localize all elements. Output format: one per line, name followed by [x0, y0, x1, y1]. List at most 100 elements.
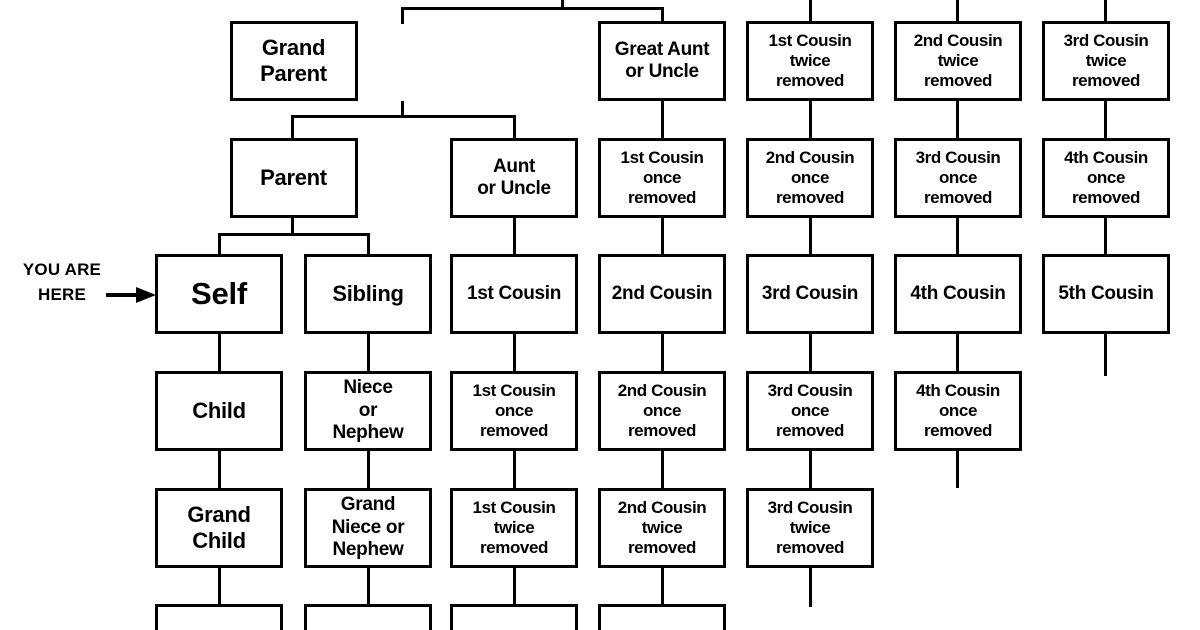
node-label-line: 1st Cousin: [620, 147, 704, 167]
node-label-line: 2nd Cousin: [765, 147, 855, 167]
node-child: Child: [155, 371, 283, 451]
node-label-line: removed: [479, 538, 549, 558]
connector-grandchild-to-great: [218, 567, 221, 604]
connector-down-self: [218, 233, 221, 255]
node-label-line: 4th Cousin: [910, 282, 1006, 304]
connector-child-to-grandchild: [218, 450, 221, 488]
node-c2: 2nd Cousin: [598, 254, 726, 334]
connector-c2-2r-to-c3-1r: [956, 101, 959, 139]
node-label-line: 2nd Cousin: [617, 380, 707, 400]
connector-c2-1r-to-c2-2r: [661, 450, 664, 488]
connector-c1-1r-to-c1-2r: [513, 450, 516, 488]
connector-c3-2r-to-c4-1r: [1104, 101, 1107, 139]
node-c4-1r-dn: 4th Cousin once removed: [894, 371, 1022, 451]
connector-c4-1r-dangling-stub: [956, 450, 959, 488]
connector-c4-1r-to-c5: [1104, 218, 1107, 255]
connector-c3-1r-to-c3-2r: [809, 450, 812, 488]
node-c1-1r-dn: 1st Cousin once removed: [450, 371, 578, 451]
node-sibling: Sibling: [304, 254, 432, 334]
node-niecenephew: Niece or Nephew: [304, 371, 432, 451]
node-label-line: Niece: [343, 377, 393, 399]
node-label-line: removed: [627, 538, 697, 558]
connector-top-stub-col7: [1104, 0, 1107, 22]
node-label-line: removed: [775, 71, 845, 91]
node-label-line: removed: [479, 421, 549, 441]
connector-gniecenephew-to-great: [367, 567, 370, 604]
connector-c2-to-c2-1r: [661, 334, 664, 371]
node-greatauntuncle: Great Aunt or Uncle: [598, 21, 726, 101]
node-label-line: removed: [1071, 188, 1141, 208]
node-label-line: 1st Cousin: [472, 497, 556, 517]
node-label-line: removed: [923, 421, 993, 441]
node-label-line: Child: [192, 398, 246, 424]
connector-bus-generation-1: [291, 115, 515, 118]
connector-auntuncle-to-cousin1: [513, 218, 516, 255]
node-label-line: Grand: [187, 502, 251, 528]
node-label-line: Grand: [340, 494, 396, 516]
node-label-line: 2nd Cousin: [913, 30, 1003, 50]
you-are-here-line1: YOU ARE: [22, 260, 102, 279]
node-grandparent: Grand Parent: [229, 21, 358, 101]
node-parent: Parent: [229, 138, 358, 218]
connector-c3-2r-dangling-stub: [809, 567, 812, 607]
node-label-line: or Uncle: [477, 178, 551, 199]
connector-c1-to-c1-1r: [513, 334, 516, 371]
node-label-line: removed: [775, 188, 845, 208]
node-greatgrandchild: Great: [155, 604, 283, 630]
node-label-line: Great Aunt: [614, 38, 710, 60]
connector-c5-dangling-stub: [1104, 334, 1107, 376]
node-label-line: twice: [789, 50, 831, 70]
connector-sibling-to-niecenephew: [367, 334, 370, 371]
node-label-line: 1st Cousin: [466, 282, 562, 304]
node-label-line: once: [642, 167, 682, 187]
node-c3: 3rd Cousin: [746, 254, 874, 334]
node-label-line: Parent: [260, 61, 327, 86]
node-auntuncle: Aunt or Uncle: [450, 138, 578, 218]
node-c5: 5th Cousin: [1042, 254, 1170, 334]
node-label-line: Parent: [260, 165, 327, 191]
node-c2-2r: 2nd Cousin twice removed: [894, 21, 1022, 101]
node-label-line: twice: [789, 517, 831, 537]
node-label-line: or Uncle: [625, 61, 699, 82]
node-c4-1r-up: 4th Cousin once removed: [1042, 138, 1170, 218]
cousin-chart: YOU ARE HERE Grand Parent Great Aunt or Unc…: [0, 0, 1200, 630]
connector-self-to-child: [218, 334, 221, 371]
connector-down-auntuncle: [513, 115, 516, 139]
node-label-line: Grand: [261, 35, 326, 61]
node-label-line: 3rd Cousin: [767, 380, 853, 400]
node-c3-1r-dn: 3rd Cousin once removed: [746, 371, 874, 451]
node-label-line: 5th Cousin: [1058, 282, 1154, 304]
connector-c3-1r-to-c4: [956, 218, 959, 255]
node-greatgniece: Great: [304, 604, 432, 630]
connector-c2-2r-to-c2-3r: [661, 567, 664, 604]
node-label-line: Sibling: [332, 281, 404, 307]
node-label-line: once: [938, 167, 978, 187]
node-label-line: removed: [775, 421, 845, 441]
node-label-line: removed: [1071, 71, 1141, 91]
you-are-here-label: YOU ARE HERE: [8, 258, 116, 307]
node-c2-1r-dn: 2nd Cousin once removed: [598, 371, 726, 451]
node-label-line: 1st Cousin: [768, 30, 852, 50]
connector-c1-2r-to-c2-1r: [809, 101, 812, 139]
node-c1-1r-up: 1st Cousin once removed: [598, 138, 726, 218]
node-grandchild: Grand Child: [155, 488, 283, 568]
node-label-line: removed: [775, 538, 845, 558]
node-c2-1r-up: 2nd Cousin once removed: [746, 138, 874, 218]
node-label-line: Nephew: [332, 422, 404, 444]
node-label-line: 1st Cousin: [472, 380, 556, 400]
node-c4: 4th Cousin: [894, 254, 1022, 334]
right-arrow-icon: [106, 287, 156, 303]
connector-c1-2r-to-c1-3r: [513, 567, 516, 604]
node-c3-2r: 3rd Cousin twice removed: [1042, 21, 1170, 101]
node-label-line: 4th Cousin: [916, 380, 1000, 400]
node-label-line: 3rd Cousin: [767, 497, 853, 517]
node-self: Self: [155, 254, 283, 334]
you-are-here-line2: HERE: [37, 284, 87, 304]
node-label-line: 3rd Cousin: [1063, 30, 1149, 50]
node-label-line: once: [938, 400, 978, 420]
connector-niecenephew-to-gniecenephew: [367, 450, 370, 488]
node-label-line: once: [1086, 167, 1126, 187]
node-c1-2r-dn: 1st Cousin twice removed: [450, 488, 578, 568]
node-label-line: 2nd Cousin: [611, 282, 713, 304]
node-label-line: Niece or: [331, 516, 405, 538]
